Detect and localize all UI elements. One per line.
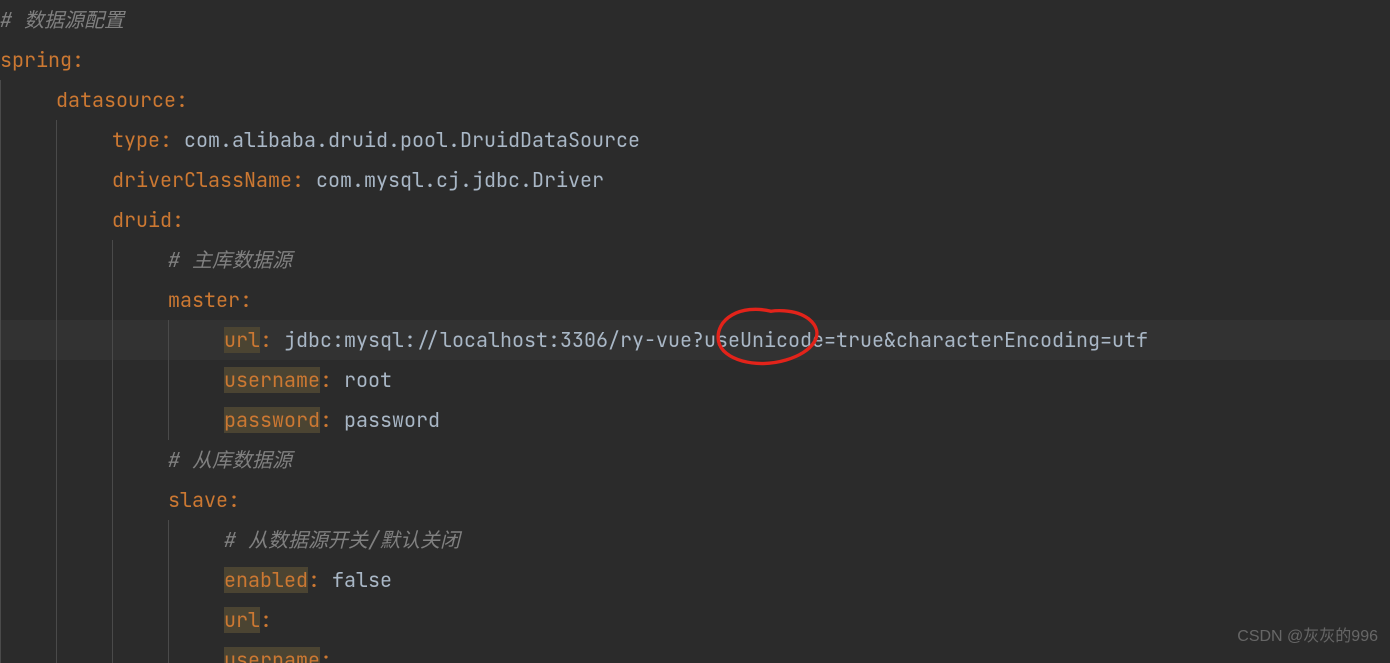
code-line[interactable]: # 从数据源开关/默认关闭 <box>0 520 1390 560</box>
code-line[interactable]: username: root <box>0 360 1390 400</box>
code-token: master <box>168 287 240 313</box>
code-token: : <box>320 407 344 433</box>
code-token: : <box>172 207 184 233</box>
code-token: : <box>292 167 316 193</box>
code-token: slave <box>168 487 228 513</box>
code-token: false <box>332 567 392 593</box>
code-token: url <box>224 607 260 633</box>
code-line[interactable]: master: <box>0 280 1390 320</box>
code-token: : <box>160 127 184 153</box>
code-token: root <box>344 367 392 393</box>
code-token: datasource <box>56 87 176 113</box>
code-token: # 从数据源开关/默认关闭 <box>224 527 460 553</box>
code-token: username <box>224 367 320 393</box>
code-token: password <box>224 407 320 433</box>
code-token: driverClassName <box>112 167 292 193</box>
code-token: : <box>176 87 188 113</box>
code-line[interactable]: url: jdbc:mysql://localhost:3306/ry-vue?… <box>0 320 1390 360</box>
code-token: url <box>224 327 260 353</box>
code-line[interactable]: # 主库数据源 <box>0 240 1390 280</box>
code-line[interactable]: type: com.alibaba.druid.pool.DruidDataSo… <box>0 120 1390 160</box>
code-token: # 主库数据源 <box>168 247 292 273</box>
code-line[interactable]: # 数据源配置 <box>0 0 1390 40</box>
code-token: # 从库数据源 <box>168 447 292 473</box>
code-token: : <box>72 47 84 73</box>
code-line[interactable]: druid: <box>0 200 1390 240</box>
code-line[interactable]: slave: <box>0 480 1390 520</box>
code-line[interactable]: # 从库数据源 <box>0 440 1390 480</box>
code-line[interactable]: driverClassName: com.mysql.cj.jdbc.Drive… <box>0 160 1390 200</box>
code-token: : <box>320 367 344 393</box>
code-line[interactable]: spring: <box>0 40 1390 80</box>
code-token: : <box>320 647 332 663</box>
code-token: com.mysql.cj.jdbc.Driver <box>316 167 604 193</box>
code-token: spring <box>0 47 72 73</box>
code-token: : <box>240 287 252 313</box>
code-token: : <box>260 327 284 353</box>
watermark: CSDN @灰灰的996 <box>1237 617 1378 657</box>
code-line[interactable]: username: <box>0 640 1390 663</box>
code-token: username <box>224 647 320 663</box>
code-line[interactable]: enabled: false <box>0 560 1390 600</box>
code-line[interactable]: datasource: <box>0 80 1390 120</box>
code-token: : <box>260 607 272 633</box>
code-token: : <box>228 487 240 513</box>
code-editor[interactable]: # 数据源配置spring:datasource:type: com.aliba… <box>0 0 1390 663</box>
code-token: com.alibaba.druid.pool.DruidDataSource <box>184 127 640 153</box>
code-token: enabled <box>224 567 308 593</box>
code-token: jdbc:mysql://localhost:3306/ry-vue?useUn… <box>284 327 1148 353</box>
code-line[interactable]: url: <box>0 600 1390 640</box>
code-line[interactable]: password: password <box>0 400 1390 440</box>
code-token: type <box>112 127 160 153</box>
code-token: # 数据源配置 <box>0 7 124 33</box>
code-token: druid <box>112 207 172 233</box>
code-token: : <box>308 567 332 593</box>
code-token: password <box>344 407 440 433</box>
